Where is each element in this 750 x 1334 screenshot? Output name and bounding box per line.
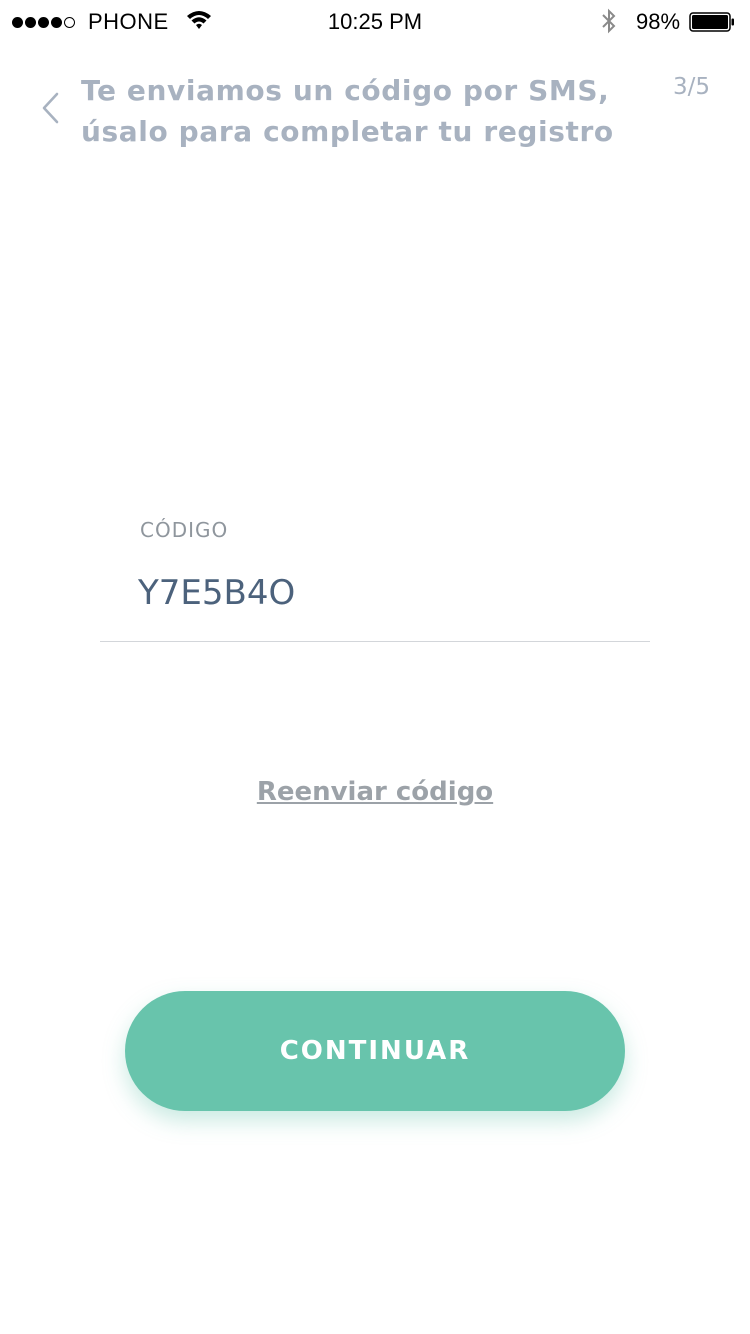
continue-button[interactable]: CONTINUAR bbox=[125, 991, 625, 1111]
status-bar: PHONE 10:25 PM 98% bbox=[0, 0, 750, 44]
code-label: CÓDIGO bbox=[140, 518, 229, 542]
back-button[interactable] bbox=[30, 88, 70, 128]
battery-percent: 98% bbox=[636, 9, 681, 34]
bluetooth-icon bbox=[602, 8, 616, 34]
resend-code-link[interactable]: Reenviar código bbox=[0, 777, 750, 807]
page-title-line-1: Te enviamos un código por SMS, bbox=[81, 74, 610, 107]
battery-icon bbox=[689, 12, 734, 32]
code-field: CÓDIGO bbox=[100, 500, 650, 642]
code-input[interactable] bbox=[138, 568, 618, 618]
chevron-left-icon bbox=[42, 92, 59, 124]
step-indicator: 3/5 bbox=[672, 74, 710, 100]
page-title: Te enviamos un código por SMS, úsalo par… bbox=[81, 70, 621, 152]
page-title-line-2: úsalo para completar tu registro bbox=[81, 115, 614, 148]
